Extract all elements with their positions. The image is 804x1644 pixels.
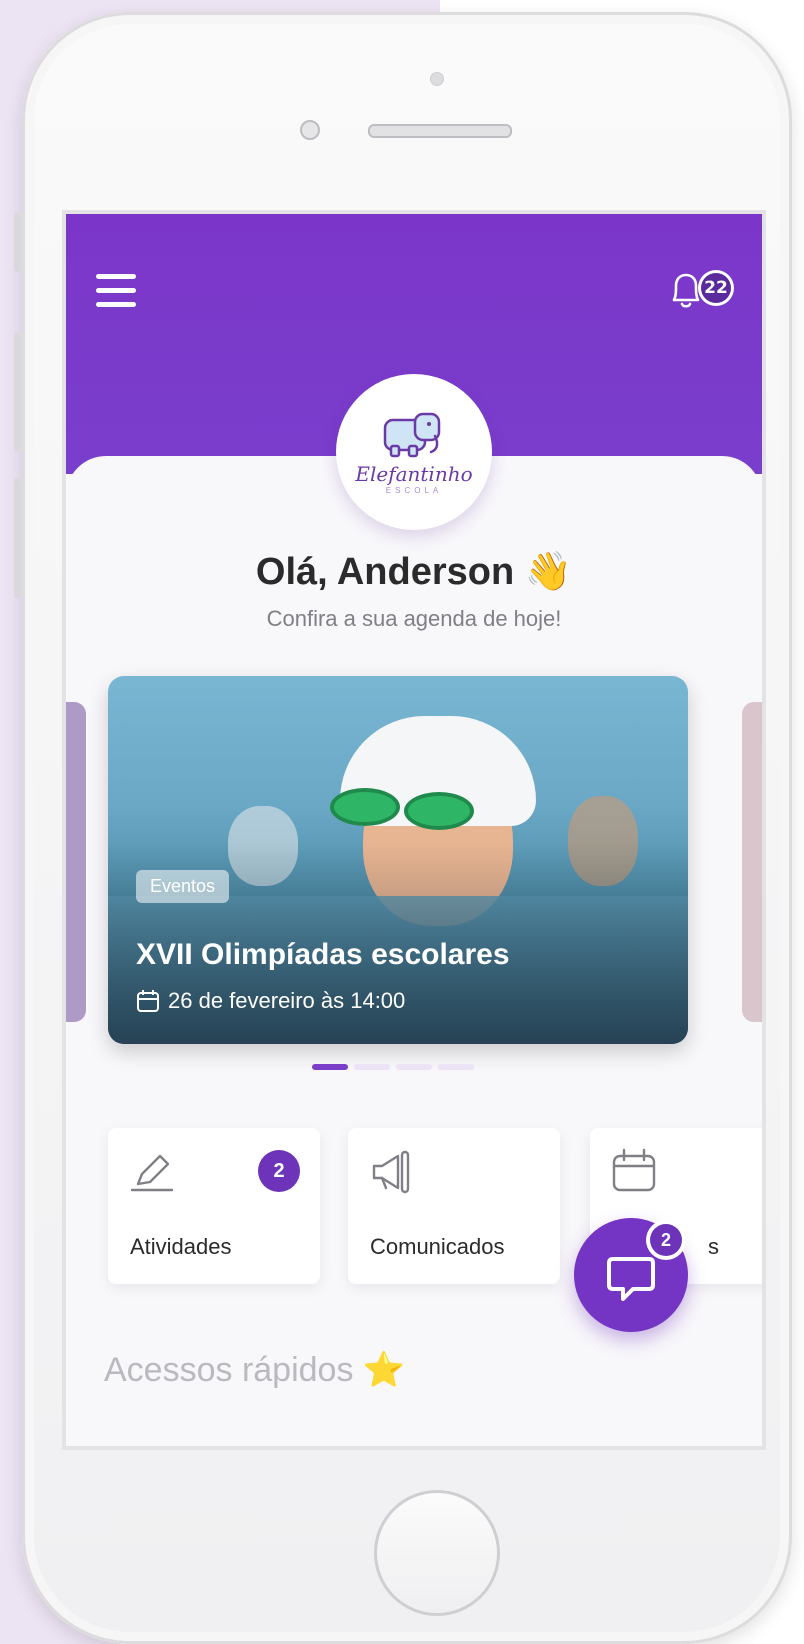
carousel-prev-card[interactable]	[66, 702, 86, 1022]
calendar-icon	[137, 990, 159, 1012]
carousel-dot[interactable]	[354, 1064, 390, 1070]
carousel-dot[interactable]	[396, 1064, 432, 1070]
notifications-count: 22	[701, 273, 731, 303]
home-button[interactable]	[374, 1490, 500, 1616]
shortcut-label: s	[708, 1234, 719, 1259]
event-title: XVII Olimpíadas escolares	[136, 938, 510, 971]
shortcut-atividades[interactable]: 2 Atividades	[108, 1128, 320, 1284]
event-date-text: 26 de fevereiro às 14:00	[168, 988, 406, 1013]
shortcut-label: Atividades	[130, 1234, 232, 1259]
front-camera	[300, 120, 320, 140]
greeting-title: Olá, Anderson 👋	[255, 551, 573, 593]
school-logo: Elefantinho ESCOLA	[336, 374, 492, 530]
carousel-next-card[interactable]	[742, 702, 762, 1022]
notifications-badge: 22	[698, 270, 734, 306]
brand-sub: ESCOLA	[385, 485, 443, 495]
notifications-button[interactable]: 22	[666, 266, 736, 314]
megaphone-icon	[372, 1150, 410, 1194]
greeting-subtitle: Confira a sua agenda de hoje!	[266, 606, 562, 631]
elephant-icon	[383, 412, 441, 457]
carousel-dot[interactable]	[438, 1064, 474, 1070]
app-screen: 22 Elefantinho ESCOLA Olá, Anderson 👋 Co…	[66, 214, 762, 1446]
chat-count: 2	[650, 1224, 682, 1256]
shortcut-comunicados[interactable]: Comunicados	[348, 1128, 560, 1284]
silent-switch	[14, 212, 20, 272]
sensor-dot	[430, 72, 444, 86]
pencil-icon	[130, 1154, 174, 1192]
event-category-tag: Eventos	[136, 870, 230, 903]
carousel-dot[interactable]	[312, 1064, 348, 1070]
calendar-icon	[612, 1148, 656, 1192]
volume-up-button	[14, 332, 20, 452]
volume-down-button	[14, 478, 20, 598]
event-card[interactable]: Eventos XVII Olimpíadas escolares 26 de …	[108, 676, 688, 1044]
atividades-badge: 2	[258, 1150, 300, 1192]
chat-badge: 2	[646, 1220, 686, 1260]
brand-name: Elefantinho	[355, 461, 473, 486]
carousel-pagination	[312, 1064, 474, 1070]
chat-icon	[607, 1257, 655, 1301]
event-date: 26 de fevereiro às 14:00	[136, 988, 405, 1014]
shortcut-label: Comunicados	[370, 1234, 505, 1259]
earpiece-speaker	[368, 124, 512, 138]
chat-button[interactable]: 2	[574, 1218, 688, 1332]
quick-access-title: Acessos rápidos ⭐	[104, 1351, 406, 1389]
menu-button[interactable]	[96, 274, 138, 310]
